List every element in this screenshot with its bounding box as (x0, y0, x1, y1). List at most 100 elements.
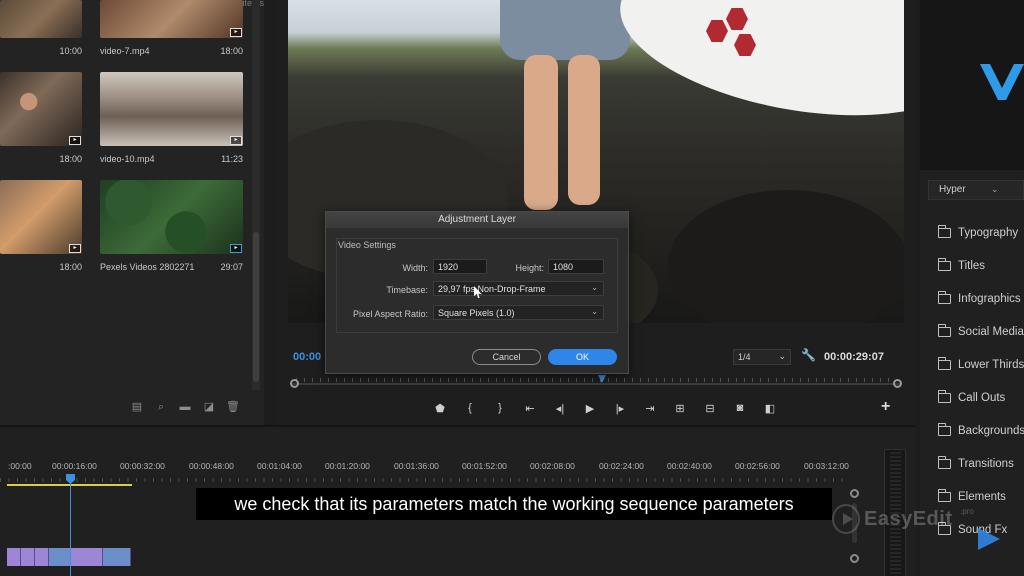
clip-thumbnail[interactable]: ▸ (100, 180, 243, 254)
clip-thumbnail[interactable]: ▸ (100, 72, 243, 146)
folder-icon (937, 489, 951, 502)
folder-call-outs[interactable]: Call Outs (937, 390, 1005, 404)
add-button-icon[interactable]: + (881, 398, 890, 416)
project-panel: 22 items 10:00 ▸ video-7.mp4 18:00 ▸ 18:… (0, 0, 264, 425)
folder-social-media[interactable]: Social Media (937, 324, 1024, 338)
watermark-suffix: .pro (960, 507, 974, 516)
watermark-logo-icon (832, 504, 860, 534)
scrub-start-handle[interactable] (290, 379, 299, 388)
step-back-icon[interactable]: ◂| (552, 402, 568, 415)
zoom-level-value: 1/4 (738, 352, 751, 362)
ruler-label: 00:01:20:00 (325, 461, 370, 471)
watermark: EasyEdit .pro (832, 502, 974, 536)
folder-icon[interactable]: ▬ (178, 400, 192, 414)
folder-transitions[interactable]: Transitions (937, 456, 1014, 470)
ruler-label: 00:02:56:00 (735, 461, 780, 471)
subtitle-caption: we check that its parameters match the w… (196, 488, 832, 520)
timeline-clip[interactable] (103, 548, 131, 566)
step-forward-icon[interactable]: |▸ (612, 402, 628, 415)
wrench-icon[interactable]: 🔧 (801, 348, 816, 362)
video-clip-icon: ▸ (69, 136, 81, 145)
folder-lower-thirds[interactable]: Lower Thirds (937, 357, 1024, 371)
chevron-down-icon: ⌄ (778, 351, 786, 361)
height-label: Height: (515, 263, 544, 273)
folder-icon (937, 291, 951, 304)
play-icon[interactable]: ▶ (582, 402, 598, 415)
ruler-label: 00:00:32:00 (120, 461, 165, 471)
height-field[interactable]: 1080 (548, 259, 604, 274)
folder-icon (937, 390, 951, 403)
video-clip-icon: ▸ (230, 28, 242, 37)
mark-in-icon[interactable]: { (462, 402, 478, 414)
folder-icon (937, 225, 951, 238)
pixel-aspect-ratio-select[interactable]: Square Pixels (1.0) ⌄ (433, 305, 604, 320)
camera-icon[interactable]: ◙ (732, 402, 748, 414)
scrollbar-thumb[interactable] (253, 232, 259, 382)
chevron-down-icon: ⌄ (591, 307, 598, 316)
timeline-clip[interactable] (49, 548, 71, 566)
chevron-down-icon: ⌄ (591, 283, 598, 292)
go-to-in-icon[interactable]: ⇤ (522, 402, 538, 415)
new-item-icon[interactable]: ◪ (202, 400, 216, 414)
dialog-title[interactable]: Adjustment Layer (326, 212, 628, 228)
timebase-label: Timebase: (386, 285, 428, 295)
trash-icon[interactable]: 🗑 (226, 400, 240, 414)
clip-name: video-10.mp4 (100, 154, 155, 164)
timebase-select[interactable]: 29,97 fps Non-Drop-Frame ⌄ (433, 281, 604, 296)
clip-thumbnail[interactable]: ▸ (0, 72, 82, 146)
zoom-level-select[interactable]: 1/4 ⌄ (733, 349, 791, 365)
scroll-handle[interactable] (850, 489, 859, 498)
folder-label: Titles (958, 260, 986, 272)
plugin-logo-area (920, 0, 1024, 170)
project-toolbar: ▤ ⌕ ▬ ◪ 🗑 (130, 400, 240, 416)
cancel-button[interactable]: Cancel (472, 349, 541, 365)
timeline-clip[interactable] (7, 548, 21, 566)
clip-thumbnail[interactable] (0, 0, 82, 38)
folder-infographics[interactable]: Infographics (937, 291, 1021, 305)
extract-icon[interactable]: ⊟ (702, 402, 718, 415)
clip-duration: 18:00 (59, 262, 82, 272)
clip-duration: 18:00 (220, 46, 243, 56)
timeline-playhead[interactable] (66, 474, 75, 576)
clip-thumbnail[interactable]: ▸ (100, 0, 243, 38)
clip-duration: 18:00 (59, 154, 82, 164)
folder-label: Infographics (958, 293, 1021, 305)
width-label: Width: (402, 263, 428, 273)
video-clip-icon: ▸ (230, 244, 242, 253)
current-timecode[interactable]: 00:00 (293, 351, 321, 363)
ruler-ticks (0, 478, 850, 482)
timeline-ruler[interactable]: :00:00 00:00:16:00 00:00:32:00 00:00:48:… (0, 461, 855, 475)
folder-typography[interactable]: Typography (937, 225, 1019, 239)
folder-icon (937, 456, 951, 469)
category-select[interactable]: Hyper ⌄ (928, 180, 1024, 200)
project-scrollbar[interactable] (252, 0, 260, 390)
premiere-workspace: 22 items 10:00 ▸ video-7.mp4 18:00 ▸ 18:… (0, 0, 1024, 576)
width-field[interactable]: 1920 (433, 259, 487, 274)
folder-label: Transitions (958, 458, 1014, 470)
folder-label: Lower Thirds (958, 359, 1024, 371)
watermark-brand: EasyEdit (864, 507, 953, 530)
monitor-scrubber[interactable] (290, 375, 902, 390)
timebase-value: 29,97 fps Non-Drop-Frame (438, 284, 546, 294)
clip-thumbnail[interactable]: ▸ (0, 180, 82, 254)
ok-button[interactable]: OK (548, 349, 617, 365)
chevron-down-icon: ⌄ (991, 184, 999, 194)
mark-out-icon[interactable]: } (492, 402, 508, 414)
lift-icon[interactable]: ⊞ (672, 402, 688, 415)
compare-icon[interactable]: ◧ (762, 402, 778, 415)
folder-icon (937, 258, 951, 271)
ruler-label: :00:00 (8, 461, 32, 471)
timeline-clip[interactable] (21, 548, 35, 566)
folder-label: Typography (958, 227, 1019, 239)
folder-titles[interactable]: Titles (937, 258, 986, 272)
folder-icon (937, 357, 951, 370)
list-view-icon[interactable]: ▤ (130, 400, 144, 414)
timeline-clip[interactable] (71, 548, 103, 566)
folder-backgrounds[interactable]: Backgrounds (937, 423, 1024, 437)
go-to-out-icon[interactable]: ⇥ (642, 402, 658, 415)
scroll-handle[interactable] (850, 554, 859, 563)
search-icon[interactable]: ⌕ (154, 400, 168, 414)
scrub-end-handle[interactable] (893, 379, 902, 388)
timeline-clip[interactable] (35, 548, 49, 566)
marker-icon[interactable]: ⬟ (432, 402, 448, 415)
